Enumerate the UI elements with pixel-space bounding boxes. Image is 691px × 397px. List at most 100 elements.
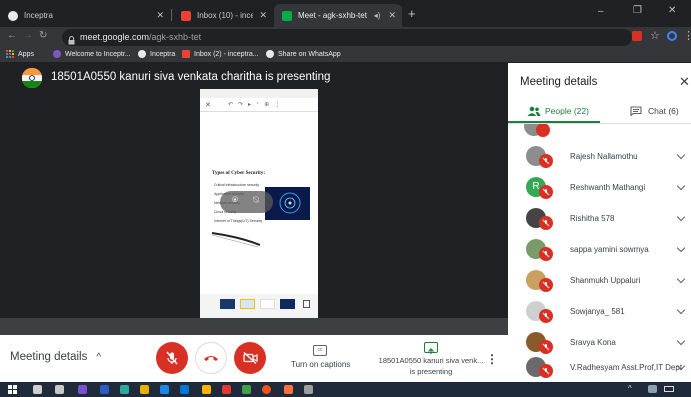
app-icon[interactable] xyxy=(242,385,251,394)
back-icon[interactable]: ← xyxy=(7,30,17,41)
close-icon: ✕ xyxy=(205,102,211,109)
presenting-banner: 18501A0550 kanuri siva venkata charitha … xyxy=(51,71,331,83)
close-window-icon[interactable]: ✕ xyxy=(668,5,676,16)
chat-icon xyxy=(630,106,642,116)
lock-icon: ⍟ xyxy=(232,195,238,206)
list-item[interactable]: Rajesh Nallamothu xyxy=(508,141,691,171)
list-item[interactable]: Rishitha 578 xyxy=(508,203,691,233)
captions-icon[interactable]: cc xyxy=(313,345,327,356)
app-icon[interactable] xyxy=(100,385,109,394)
chevron-down-icon[interactable] xyxy=(676,305,686,315)
folder-icon[interactable] xyxy=(140,385,149,394)
tab-meet[interactable]: Meet - agk-sxhb-tet ◂) ✕ xyxy=(274,4,402,27)
app-icon[interactable] xyxy=(284,385,293,394)
bookmark-inbox[interactable]: Inbox (2) - inceptra... xyxy=(182,50,259,58)
close-panel-icon[interactable]: ✕ xyxy=(679,74,690,90)
menu-icon[interactable]: ⋮ xyxy=(683,29,691,42)
tab-people[interactable]: People (22) xyxy=(527,106,589,116)
chrome-icon[interactable] xyxy=(262,385,271,394)
app-icon[interactable] xyxy=(304,385,313,394)
lock-icon xyxy=(68,32,75,45)
network-icon[interactable] xyxy=(648,385,657,393)
mic-muted-icon xyxy=(539,247,553,261)
star-icon[interactable]: ☆ xyxy=(650,29,660,42)
tab-chat[interactable]: Chat (6) xyxy=(630,106,679,116)
chevron-down-icon[interactable] xyxy=(676,274,686,284)
thumbnail xyxy=(220,299,235,309)
reload-icon[interactable]: ↻ xyxy=(39,30,47,41)
app-icon[interactable] xyxy=(180,385,189,394)
shared-screen: ✕ ↶↷▸⁺⊕⋮ Types of Cyber Security: Critic… xyxy=(200,89,318,318)
inceptra-icon xyxy=(53,50,61,58)
task-view-icon[interactable] xyxy=(33,385,42,394)
doc-toolbar-icons: ↶↷▸⁺⊕⋮ xyxy=(228,102,286,108)
tab-title: Inceptra xyxy=(24,11,53,20)
app-icon[interactable] xyxy=(78,385,87,394)
participant-name: Rajesh Nallamothu xyxy=(570,152,638,161)
leave-call-button[interactable] xyxy=(195,342,227,374)
windows-start-icon[interactable] xyxy=(8,385,18,394)
app-icon[interactable] xyxy=(55,385,64,394)
chevron-down-icon[interactable] xyxy=(676,181,686,191)
tab-inbox[interactable]: Inbox (10) - inceptra2020vrsec@ ✕ xyxy=(173,4,273,27)
mic-off-icon xyxy=(166,351,178,365)
bookmark-apps[interactable]: Apps xyxy=(6,50,34,58)
extension-icon[interactable] xyxy=(667,31,677,41)
captions-button[interactable]: Turn on captions xyxy=(291,360,350,369)
maximize-icon[interactable]: ❐ xyxy=(633,5,642,16)
present-screen-icon[interactable] xyxy=(424,342,438,354)
tab-title: Inbox (10) - inceptra2020vrsec@ xyxy=(197,11,254,20)
mic-off-button[interactable] xyxy=(156,342,188,374)
participant-name: Sowjanya_ 581 xyxy=(570,307,625,316)
close-icon[interactable]: ✕ xyxy=(156,10,164,21)
bookmark-label: Inceptra xyxy=(150,50,176,58)
close-icon[interactable]: ✕ xyxy=(259,10,267,21)
mic-muted-icon xyxy=(539,154,553,168)
forward-icon[interactable]: → xyxy=(23,30,33,41)
doc-heading: Types of Cyber Security: xyxy=(212,171,266,176)
presenter-avatar xyxy=(22,68,42,88)
new-tab-button[interactable]: + xyxy=(408,6,416,21)
bookmark-label: Welcome to Inceptr... xyxy=(65,50,131,58)
apps-grid-icon xyxy=(6,50,14,58)
chevron-down-icon[interactable] xyxy=(676,212,686,222)
battery-icon[interactable] xyxy=(664,386,674,392)
app-icon[interactable] xyxy=(160,385,169,394)
bookmark-welcome[interactable]: Welcome to Inceptr... xyxy=(53,50,131,58)
camera-blocked-icon[interactable] xyxy=(632,31,642,41)
list-item[interactable]: R Reshwanth Mathangi xyxy=(508,172,691,202)
close-icon[interactable]: ✕ xyxy=(388,10,396,21)
participant-name: V.Radhesyam Asst.Prof,IT Dept xyxy=(570,363,683,372)
tab-title: Meet - agk-sxhb-tet xyxy=(298,11,367,20)
people-tab-label: People (22) xyxy=(545,106,589,116)
thumbnail xyxy=(280,299,295,309)
doc-line: Internet of Things(IoT) Security xyxy=(214,219,263,223)
minimize-icon[interactable]: – xyxy=(598,6,604,17)
app-icon[interactable] xyxy=(222,385,231,394)
add-slide-icon xyxy=(303,300,310,308)
camera-off-button[interactable] xyxy=(234,342,266,374)
mic-muted-icon xyxy=(539,185,553,199)
app-icon[interactable] xyxy=(202,385,211,394)
list-item[interactable]: V.Radhesyam Asst.Prof,IT Dept xyxy=(508,352,691,382)
chevron-down-icon[interactable] xyxy=(676,150,686,160)
more-options-icon[interactable]: ⋮ xyxy=(486,352,498,366)
bookmark-inceptra[interactable]: Inceptra xyxy=(138,50,175,58)
divider xyxy=(200,111,318,112)
chevron-down-icon[interactable] xyxy=(676,336,686,346)
participant-name: sappa yamini sowmya xyxy=(570,245,649,254)
list-item[interactable]: Sowjanya_ 581 xyxy=(508,296,691,326)
participant-name: Reshwanth Mathangi xyxy=(570,183,646,192)
decorative-swoosh xyxy=(211,232,261,248)
meeting-details-button[interactable]: Meeting details ^ xyxy=(10,351,101,363)
list-item[interactable]: Shanmukh Uppaluri xyxy=(508,265,691,295)
tray-chevron-icon[interactable]: ^ xyxy=(628,384,632,393)
list-item[interactable]: sappa yamini sowmya xyxy=(508,234,691,264)
app-icon[interactable] xyxy=(120,385,129,394)
presenting-status[interactable]: 18501A0550 kanuri siva venk... is presen… xyxy=(368,355,494,377)
bookmark-whatsapp[interactable]: Share on WhatsApp xyxy=(266,50,341,58)
bookmark-label: Apps xyxy=(18,50,34,58)
tab-inceptra[interactable]: Inceptra ✕ xyxy=(0,4,170,27)
chevron-down-icon[interactable] xyxy=(676,243,686,253)
doc-line: Critical infrastructure security xyxy=(214,183,260,187)
